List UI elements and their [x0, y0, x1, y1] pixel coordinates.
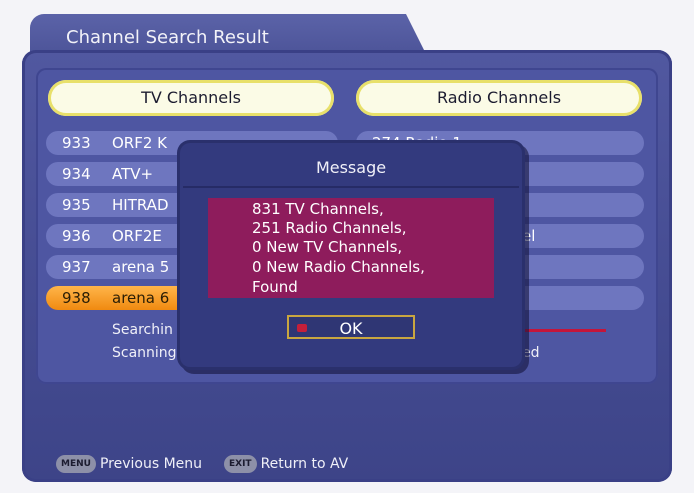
- radio-channels-header[interactable]: Radio Channels: [356, 80, 642, 116]
- channel-name: ORF2E: [112, 227, 162, 245]
- searching-status: Searchin: [112, 322, 173, 338]
- channel-number: 938: [62, 289, 91, 307]
- progress-bar: [520, 329, 606, 332]
- channel-number: 934: [62, 165, 91, 183]
- dialog-title: Message: [315, 158, 387, 177]
- channel-name: ATV+: [112, 165, 154, 183]
- menu-key-icon: MENU: [56, 455, 96, 473]
- channel-number: 935: [62, 196, 91, 214]
- menu-hint-label: Previous Menu: [99, 456, 203, 472]
- radio-channel-text: el: [522, 227, 536, 245]
- footer-exit-hint[interactable]: EXIT Return to AV: [224, 455, 348, 473]
- exit-key-icon: EXIT: [224, 455, 257, 473]
- tv-channels-header[interactable]: TV Channels: [48, 80, 334, 116]
- dialog-divider: [183, 186, 519, 188]
- scanning-status: Scanning: [112, 345, 177, 361]
- channel-number: 936: [62, 227, 91, 245]
- ok-label: OK: [339, 319, 363, 338]
- channel-name: arena 5: [112, 258, 170, 276]
- scanning-status-right: ed: [522, 345, 540, 361]
- message-line: Found: [252, 278, 298, 296]
- ok-button[interactable]: OK: [287, 315, 415, 339]
- message-line: 0 New TV Channels,: [252, 238, 403, 256]
- footer-menu-hint[interactable]: MENU Previous Menu: [56, 455, 202, 473]
- ok-key-icon: [297, 324, 307, 332]
- channel-name: arena 6: [112, 289, 170, 307]
- channel-number: 937: [62, 258, 91, 276]
- screen: Channel Search Result TV Channels Radio …: [0, 0, 694, 493]
- message-line: 831 TV Channels,: [252, 200, 384, 218]
- channel-name: ORF2 K: [112, 134, 168, 152]
- exit-hint-label: Return to AV: [260, 456, 349, 472]
- message-line: 251 Radio Channels,: [252, 219, 407, 237]
- channel-number: 933: [62, 134, 91, 152]
- channel-name: HITRAD: [112, 196, 169, 214]
- page-title: Channel Search Result: [66, 27, 269, 48]
- message-line: 0 New Radio Channels,: [252, 258, 425, 276]
